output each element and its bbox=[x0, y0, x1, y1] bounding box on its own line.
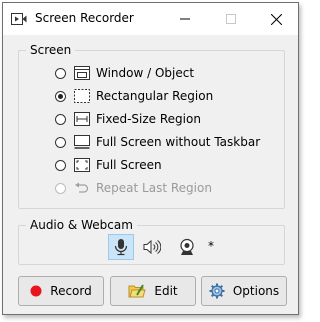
record-button-label: Record bbox=[50, 284, 92, 298]
window-icon bbox=[74, 66, 90, 80]
option-fixed-size-region[interactable]: Fixed-Size Region bbox=[55, 109, 201, 129]
options-button[interactable]: Options bbox=[201, 276, 287, 306]
option-full-screen[interactable]: Full Screen bbox=[55, 155, 162, 175]
option-label: Full Screen without Taskbar bbox=[96, 135, 261, 149]
title-bar[interactable]: Screen Recorder bbox=[3, 3, 298, 35]
window-title: Screen Recorder bbox=[35, 11, 134, 25]
audio-webcam-legend: Audio & Webcam bbox=[30, 218, 133, 232]
fixed-size-icon bbox=[74, 112, 90, 126]
microphone-icon bbox=[114, 239, 128, 256]
option-label: Rectangular Region bbox=[96, 89, 214, 103]
speaker-icon bbox=[143, 239, 161, 255]
option-repeat-last-region: Repeat Last Region bbox=[55, 178, 212, 198]
webcam-options-indicator: * bbox=[208, 239, 214, 253]
microphone-toggle[interactable] bbox=[108, 234, 134, 260]
record-dot-icon bbox=[30, 285, 42, 297]
screen-legend: Screen bbox=[30, 43, 72, 57]
screen-no-taskbar-icon bbox=[74, 135, 90, 149]
option-full-screen-without-taskbar[interactable]: Full Screen without Taskbar bbox=[55, 132, 260, 152]
webcam-icon bbox=[180, 238, 194, 255]
radio-rectangular-region[interactable] bbox=[55, 90, 66, 102]
options-button-label: Options bbox=[232, 284, 280, 298]
minimize-button[interactable] bbox=[162, 3, 208, 35]
full-screen-icon bbox=[74, 158, 90, 172]
region-icon bbox=[74, 89, 90, 103]
edit-folder-icon bbox=[128, 284, 147, 298]
repeat-icon bbox=[75, 182, 89, 193]
screen-recorder-window: Screen Recorder Screen Window / Object R… bbox=[2, 2, 299, 315]
option-label: Fixed-Size Region bbox=[96, 112, 201, 126]
close-button[interactable] bbox=[253, 3, 299, 35]
edit-button-label: Edit bbox=[154, 284, 178, 298]
radio-fixed-size-region[interactable] bbox=[55, 113, 66, 125]
gear-icon bbox=[209, 283, 225, 299]
minimize-icon bbox=[180, 18, 190, 20]
radio-repeat-last-region bbox=[55, 182, 66, 194]
radio-full-screen[interactable] bbox=[55, 159, 66, 171]
maximize-icon bbox=[226, 14, 236, 24]
record-button[interactable]: Record bbox=[18, 276, 104, 306]
app-icon bbox=[11, 13, 27, 25]
option-rectangular-region[interactable]: Rectangular Region bbox=[55, 86, 213, 106]
option-label: Full Screen bbox=[96, 158, 162, 172]
edit-button[interactable]: Edit bbox=[110, 276, 196, 306]
webcam-toggle[interactable] bbox=[174, 234, 200, 260]
radio-window-object[interactable] bbox=[55, 67, 66, 79]
radio-full-screen-without-taskbar[interactable] bbox=[55, 136, 66, 148]
speaker-toggle[interactable] bbox=[139, 234, 165, 260]
option-window-object[interactable]: Window / Object bbox=[55, 63, 194, 83]
option-label: Window / Object bbox=[96, 66, 195, 80]
maximize-button bbox=[208, 3, 254, 35]
close-icon bbox=[270, 13, 282, 25]
option-label: Repeat Last Region bbox=[96, 181, 212, 195]
